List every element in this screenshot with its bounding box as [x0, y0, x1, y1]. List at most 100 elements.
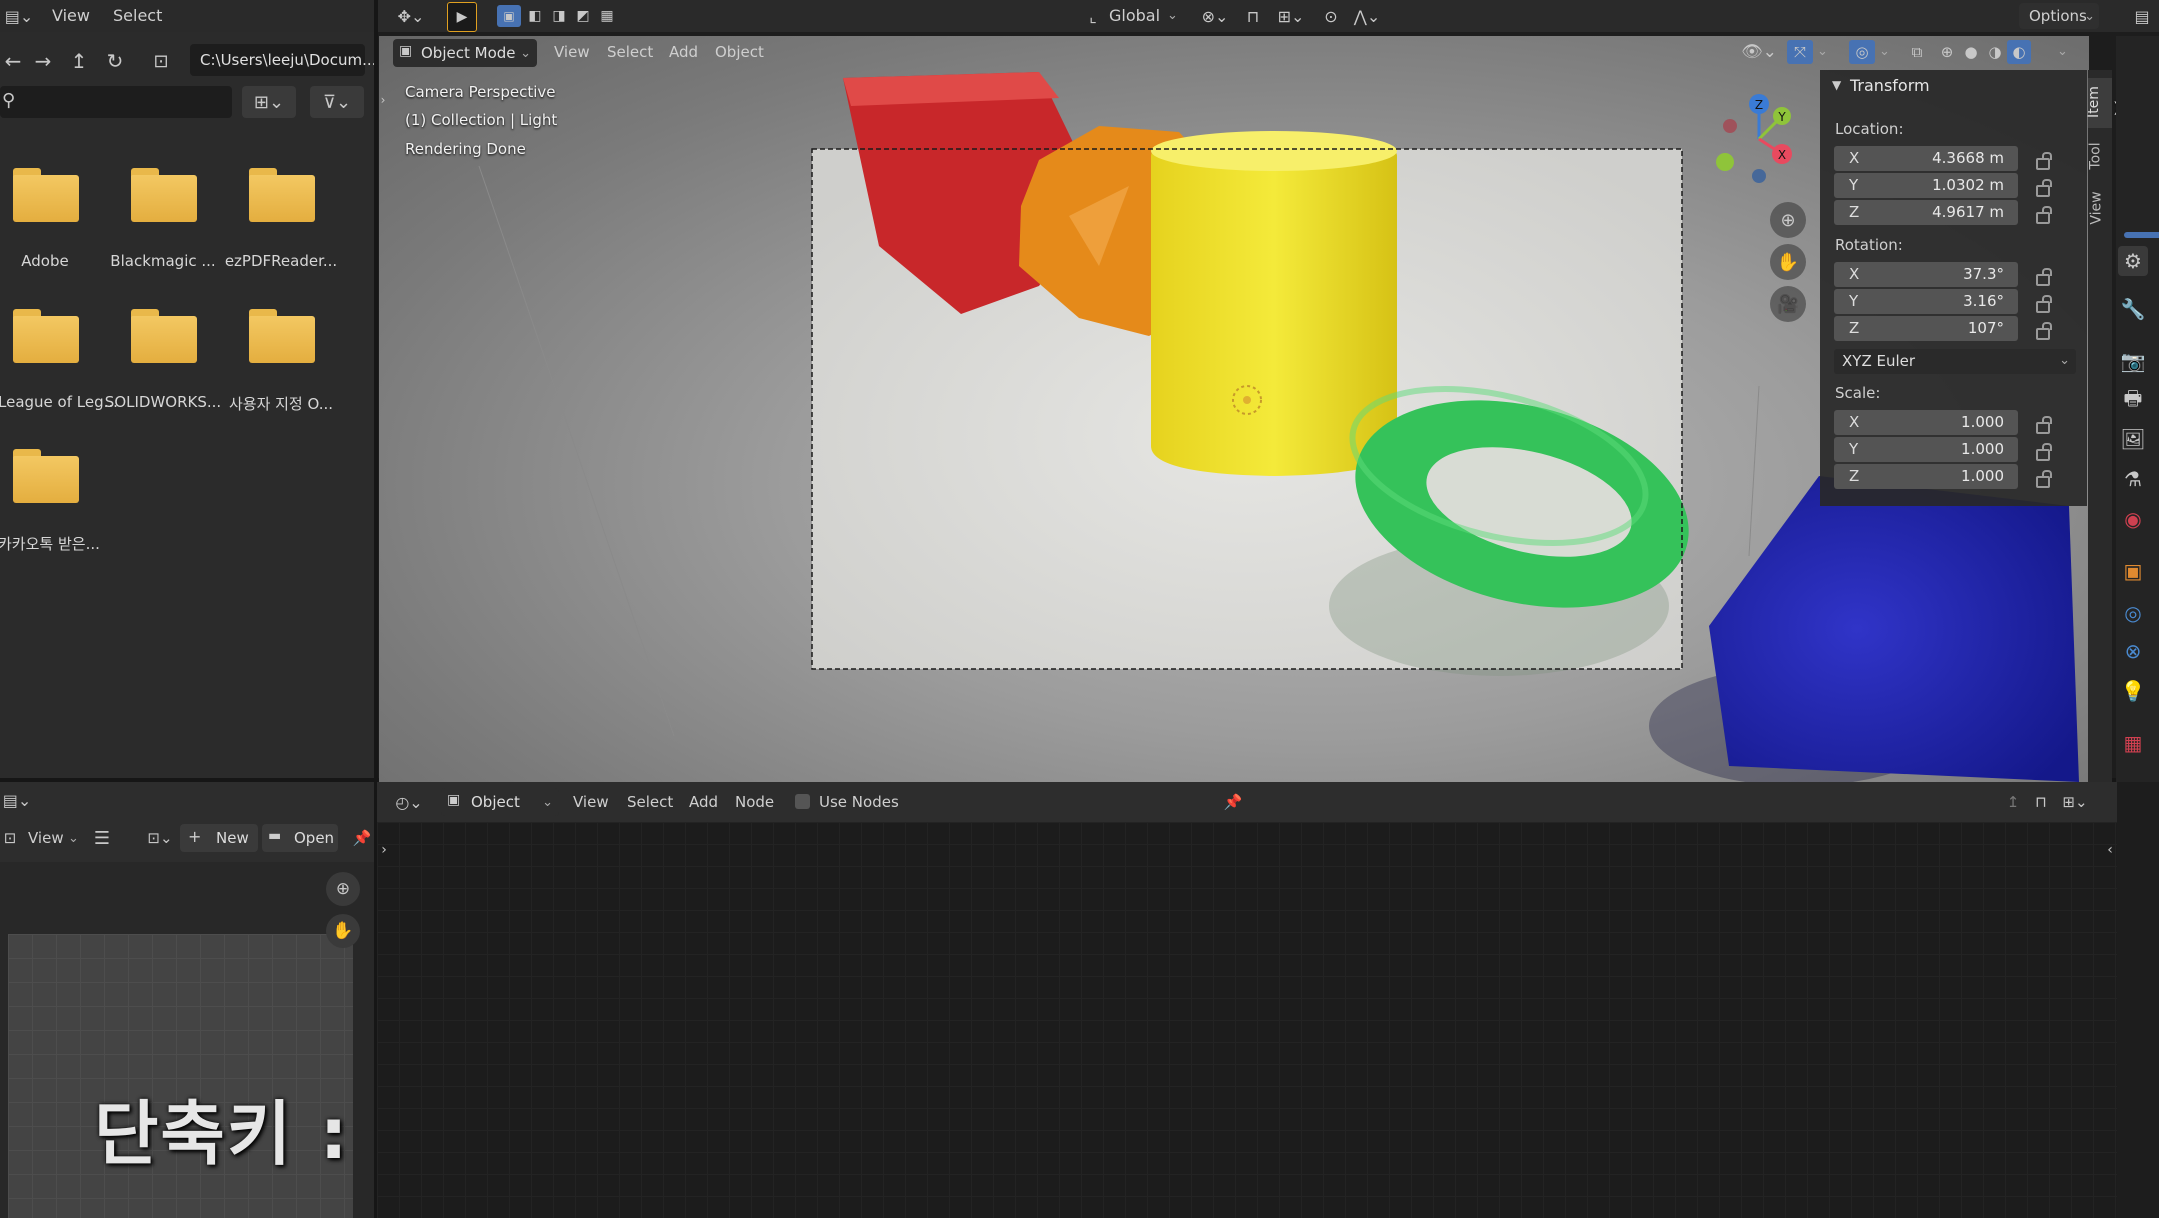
snap-target-icon[interactable]: ⊞⌄: [2057, 790, 2093, 814]
forward-arrow-icon[interactable]: →: [30, 48, 56, 74]
editor-type-icon[interactable]: ◴⌄: [391, 790, 427, 814]
lock-icon[interactable]: [2034, 268, 2052, 286]
visibility-icon[interactable]: 👁⌄: [1739, 40, 1779, 64]
select-tool-icon[interactable]: ▶: [447, 2, 477, 32]
lock-icon[interactable]: [2034, 322, 2052, 340]
toolbar-expand-icon[interactable]: ›: [378, 842, 390, 858]
image-browse-icon[interactable]: ⊡⌄: [142, 826, 178, 850]
rotation-z-field[interactable]: Z 107°: [1834, 316, 2018, 341]
sidebar-expand-icon[interactable]: ‹: [2102, 842, 2118, 858]
location-y-field[interactable]: Y 1.0302 m: [1834, 173, 2018, 198]
world-icon[interactable]: ◉: [2118, 504, 2148, 534]
rendered-shading-icon[interactable]: ◐: [2007, 40, 2031, 64]
lock-icon[interactable]: [2034, 206, 2052, 224]
object-mode-dropdown[interactable]: ▣ Object Mode ⌄: [393, 39, 537, 67]
viewport-menu-object[interactable]: Object: [715, 43, 764, 61]
shader-type-dropdown[interactable]: ▣ Object ⌄: [441, 788, 559, 816]
constraints-icon[interactable]: ⊗: [2118, 636, 2148, 666]
refresh-icon[interactable]: ↻: [102, 48, 128, 74]
select-mode-extend-icon[interactable]: ◧: [523, 5, 547, 27]
lock-icon[interactable]: [2034, 443, 2052, 461]
chevron-down-icon[interactable]: ⌄: [1879, 44, 1890, 59]
xray-icon[interactable]: ⧉: [1905, 40, 1929, 64]
chevron-down-icon[interactable]: ⌄: [2057, 44, 2068, 59]
image-view-icon[interactable]: ⊡: [0, 826, 20, 850]
hamburger-menu-icon[interactable]: ☰: [90, 826, 114, 850]
camera-view-icon[interactable]: 🎥: [1770, 286, 1806, 322]
back-arrow-icon[interactable]: ←: [0, 48, 26, 74]
pivot-icon[interactable]: ⊗⌄: [1197, 4, 1233, 28]
toolbar-collapse-icon[interactable]: ›: [379, 92, 387, 108]
folder-item[interactable]: 카카오톡 받은...: [0, 449, 100, 579]
fb-menu-view[interactable]: View: [52, 6, 90, 25]
parent-dir-icon[interactable]: ↥: [66, 48, 92, 74]
snap-icon[interactable]: ⊓: [2029, 790, 2053, 814]
physics-icon[interactable]: ◎: [2118, 598, 2148, 628]
snap-icon[interactable]: ⊓: [1241, 4, 1265, 28]
lock-icon[interactable]: [2034, 416, 2052, 434]
transform-gizmo-icon[interactable]: ✥⌄: [393, 4, 429, 28]
tool-settings-icon[interactable]: ⚙: [2118, 246, 2148, 276]
viewport-menu-add[interactable]: Add: [669, 43, 698, 61]
editor-type-icon[interactable]: ▤⌄: [0, 788, 34, 812]
node-menu-add[interactable]: Add: [689, 793, 718, 811]
zoom-icon[interactable]: ⊕: [1770, 202, 1806, 238]
transform-panel-title[interactable]: Transform: [1850, 76, 1930, 95]
select-mode-new-icon[interactable]: ▣: [497, 5, 521, 27]
folder-item[interactable]: ezPDFReader...: [225, 168, 337, 298]
light-data-icon[interactable]: 💡: [2118, 676, 2148, 706]
pin-icon[interactable]: 📌: [1221, 790, 1245, 814]
location-z-field[interactable]: Z 4.9617 m: [1834, 200, 2018, 225]
lock-icon[interactable]: [2034, 295, 2052, 313]
orientation-icon[interactable]: ⌞: [1081, 4, 1105, 28]
view-layer-icon[interactable]: 🖼: [2118, 424, 2148, 454]
use-nodes-label[interactable]: Use Nodes: [819, 793, 899, 811]
scene-icon[interactable]: ▤: [2128, 4, 2156, 28]
collapse-triangle-icon[interactable]: ▼: [1832, 78, 1841, 92]
viewport-menu-view[interactable]: View: [554, 43, 590, 61]
filter-icon[interactable]: ⊽⌄: [310, 86, 364, 118]
chevron-down-icon[interactable]: ⌄: [1817, 44, 1828, 59]
orientation-dropdown[interactable]: Global: [1109, 6, 1160, 25]
fb-menu-select[interactable]: Select: [113, 6, 162, 25]
scene-props-icon[interactable]: ⚗: [2118, 464, 2148, 494]
snap-target-icon[interactable]: ⊞⌄: [1269, 4, 1313, 28]
lock-icon[interactable]: [2034, 152, 2052, 170]
rotation-y-field[interactable]: Y 3.16°: [1834, 289, 2018, 314]
object-props-icon[interactable]: ▣: [2118, 556, 2148, 586]
texture-icon[interactable]: ▦: [2118, 728, 2148, 758]
search-input[interactable]: ⚲: [0, 86, 232, 118]
pan-hand-icon[interactable]: ✋: [326, 914, 360, 948]
folder-item[interactable]: 사용자 지정 O...: [226, 309, 336, 439]
select-mode-subtract-icon[interactable]: ◨: [547, 5, 571, 27]
tool-icon[interactable]: 🔧: [2118, 294, 2148, 324]
open-image-button[interactable]: ▬ Open: [262, 824, 338, 852]
editor-type-icon[interactable]: ▤⌄: [4, 4, 34, 28]
parent-node-icon[interactable]: ↥: [2001, 790, 2025, 814]
scale-y-field[interactable]: Y 1.000: [1834, 437, 2018, 462]
overlays-icon[interactable]: ◎: [1849, 40, 1875, 64]
pin-icon[interactable]: 📌: [350, 826, 374, 850]
folder-item[interactable]: League of Leg...: [0, 309, 118, 439]
folder-item[interactable]: SOLIDWORKS...: [105, 309, 221, 439]
output-icon[interactable]: 🖶: [2118, 386, 2148, 416]
pan-hand-icon[interactable]: ✋: [1770, 244, 1806, 280]
zoom-icon[interactable]: ⊕: [326, 872, 360, 906]
options-dropdown[interactable]: Options ⌄: [2019, 3, 2099, 29]
rotation-x-field[interactable]: X 37.3°: [1834, 262, 2018, 287]
solid-shading-icon[interactable]: ●: [1959, 40, 1983, 64]
node-menu-select[interactable]: Select: [627, 793, 673, 811]
lock-icon[interactable]: [2034, 179, 2052, 197]
scale-z-field[interactable]: Z 1.000: [1834, 464, 2018, 489]
path-field[interactable]: C:\Users\leeju\Docum...: [190, 44, 376, 76]
falloff-icon[interactable]: ⋀⌄: [1347, 4, 1387, 28]
folder-item[interactable]: Adobe: [0, 168, 100, 298]
image-view-dropdown[interactable]: View: [28, 829, 64, 847]
render-icon[interactable]: 📷: [2118, 346, 2148, 376]
scale-x-field[interactable]: X 1.000: [1834, 410, 2018, 435]
display-mode-icon[interactable]: ⊞⌄: [242, 86, 296, 118]
folder-item[interactable]: Blackmagic ...: [108, 168, 218, 298]
proportional-edit-icon[interactable]: ⊙: [1319, 4, 1343, 28]
node-editor-canvas[interactable]: [377, 822, 2117, 1218]
node-menu-view[interactable]: View: [573, 793, 609, 811]
